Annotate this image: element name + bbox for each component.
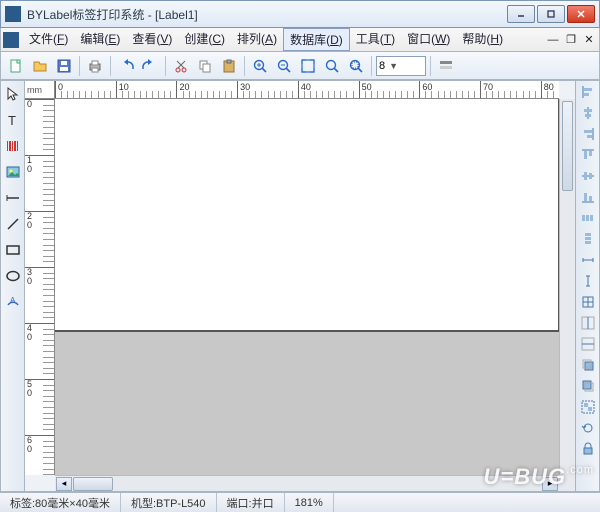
undo-button[interactable] bbox=[115, 55, 137, 77]
status-label-size: 标签:80毫米×40毫米 bbox=[0, 493, 121, 512]
redo-button[interactable] bbox=[139, 55, 161, 77]
cut-button[interactable] bbox=[170, 55, 192, 77]
mdi-restore[interactable]: ❐ bbox=[563, 33, 579, 47]
maximize-button[interactable] bbox=[537, 5, 565, 23]
hscroll-thumb[interactable] bbox=[73, 477, 113, 491]
close-button[interactable] bbox=[567, 5, 595, 23]
svg-text:A: A bbox=[10, 296, 16, 305]
text-tool[interactable]: T bbox=[3, 109, 23, 131]
status-port: 端口:并口 bbox=[217, 493, 285, 512]
format-button[interactable] bbox=[435, 55, 457, 77]
rect-tool[interactable] bbox=[3, 239, 23, 261]
paste-button[interactable] bbox=[218, 55, 240, 77]
canvas[interactable] bbox=[55, 99, 559, 475]
menu-v[interactable]: 查看(V) bbox=[126, 28, 178, 51]
open-button[interactable] bbox=[29, 55, 51, 77]
align-right-icon[interactable] bbox=[578, 125, 598, 143]
barcode-tool[interactable] bbox=[3, 135, 23, 157]
vscroll-thumb[interactable] bbox=[562, 101, 573, 191]
menu-h[interactable]: 帮助(H) bbox=[456, 28, 509, 51]
menu-t[interactable]: 工具(T) bbox=[350, 28, 401, 51]
align-bottom-icon[interactable] bbox=[578, 188, 598, 206]
new-button[interactable] bbox=[5, 55, 27, 77]
ruler-corner: mm bbox=[25, 81, 55, 99]
vertical-ruler: 01 02 03 04 05 06 0 bbox=[25, 99, 55, 475]
left-tools: T A bbox=[1, 81, 25, 491]
menu-a[interactable]: 排列(A) bbox=[231, 28, 283, 51]
line-tool[interactable] bbox=[3, 213, 23, 235]
same-size-icon[interactable] bbox=[578, 293, 598, 311]
font-size-combo[interactable]: 8▼ bbox=[376, 56, 426, 76]
distribute-v-icon[interactable] bbox=[578, 230, 598, 248]
zoom-fit-button[interactable] bbox=[297, 55, 319, 77]
lock-icon[interactable] bbox=[578, 440, 598, 458]
menu-c[interactable]: 创建(C) bbox=[178, 28, 231, 51]
group-icon[interactable] bbox=[578, 398, 598, 416]
app-icon bbox=[5, 6, 21, 22]
zoom-selection-button[interactable] bbox=[345, 55, 367, 77]
align-top-icon[interactable] bbox=[578, 146, 598, 164]
window-title: BYLabel标签打印系统 - [Label1] bbox=[27, 6, 505, 23]
zoom-out-button[interactable] bbox=[273, 55, 295, 77]
horizontal-ruler: 01020304050607080 bbox=[55, 81, 559, 99]
mdi-app-icon[interactable] bbox=[3, 32, 19, 48]
rotate-icon[interactable] bbox=[578, 419, 598, 437]
minimize-button[interactable] bbox=[507, 5, 535, 23]
titlebar: BYLabel标签打印系统 - [Label1] bbox=[0, 0, 600, 28]
zoom-in-button[interactable] bbox=[249, 55, 271, 77]
copy-button[interactable] bbox=[194, 55, 216, 77]
main-toolbar: 8▼ bbox=[0, 52, 600, 80]
print-button[interactable] bbox=[84, 55, 106, 77]
same-height-icon[interactable] bbox=[578, 272, 598, 290]
align-left-icon[interactable] bbox=[578, 83, 598, 101]
align-center-h-icon[interactable] bbox=[578, 104, 598, 122]
mdi-close[interactable]: ✕ bbox=[581, 33, 597, 47]
status-bar: 标签:80毫米×40毫米 机型:BTP-L540 端口:并口 181% bbox=[0, 492, 600, 512]
menu-e[interactable]: 编辑(E) bbox=[74, 28, 126, 51]
font-size-value: 8 bbox=[379, 60, 385, 72]
same-width-icon[interactable] bbox=[578, 251, 598, 269]
menu-f[interactable]: 文件(F) bbox=[23, 28, 74, 51]
hline-tool[interactable] bbox=[3, 187, 23, 209]
pointer-tool[interactable] bbox=[3, 83, 23, 105]
hscroll-right[interactable]: ▸ bbox=[542, 477, 558, 491]
menu-d[interactable]: 数据库(D) bbox=[283, 28, 350, 51]
save-button[interactable] bbox=[53, 55, 75, 77]
right-tools bbox=[575, 81, 599, 491]
align-middle-icon[interactable] bbox=[578, 167, 598, 185]
center-page-h-icon[interactable] bbox=[578, 314, 598, 332]
hscroll-left[interactable]: ◂ bbox=[56, 477, 72, 491]
svg-text:T: T bbox=[8, 113, 16, 128]
ellipse-tool[interactable] bbox=[3, 265, 23, 287]
status-zoom: 181% bbox=[285, 493, 334, 512]
horizontal-scrollbar[interactable]: ◂ ▸ bbox=[55, 475, 559, 491]
menu-w[interactable]: 窗口(W) bbox=[401, 28, 456, 51]
vertical-scrollbar[interactable] bbox=[559, 99, 575, 475]
arc-text-tool[interactable]: A bbox=[3, 291, 23, 313]
image-tool[interactable] bbox=[3, 161, 23, 183]
status-model: 机型:BTP-L540 bbox=[121, 493, 217, 512]
label-page[interactable] bbox=[55, 99, 559, 332]
send-back-icon[interactable] bbox=[578, 377, 598, 395]
menubar: 文件(F)编辑(E)查看(V)创建(C)排列(A)数据库(D)工具(T)窗口(W… bbox=[0, 28, 600, 52]
workspace: T A mm 01020304050607080 01 02 03 04 05 … bbox=[0, 80, 600, 492]
bring-front-icon[interactable] bbox=[578, 356, 598, 374]
zoom-actual-button[interactable] bbox=[321, 55, 343, 77]
mdi-minimize[interactable]: — bbox=[545, 33, 561, 47]
center-page-v-icon[interactable] bbox=[578, 335, 598, 353]
distribute-h-icon[interactable] bbox=[578, 209, 598, 227]
